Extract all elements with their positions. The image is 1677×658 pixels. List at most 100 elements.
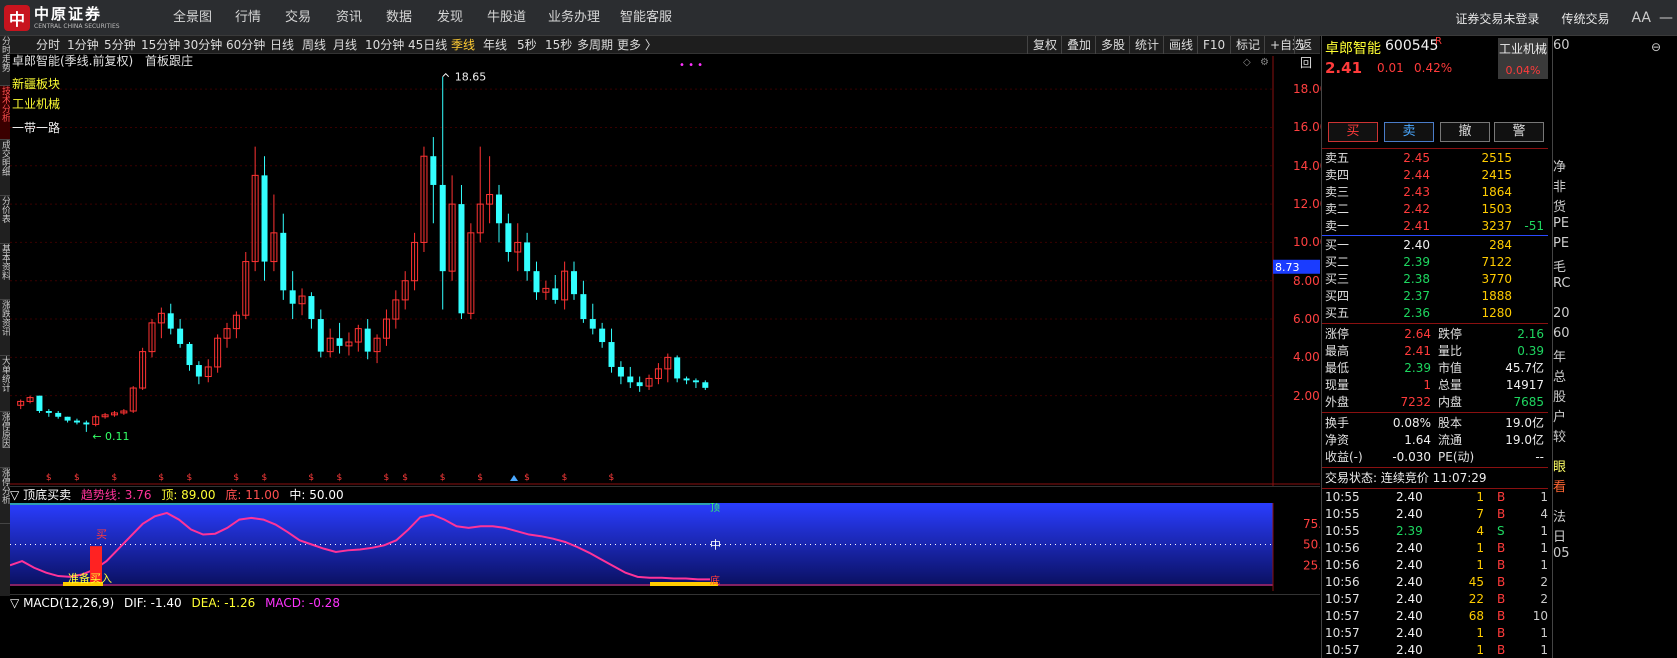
s-signal-marker: $ — [74, 473, 80, 483]
bid-row[interactable]: 买二 2.39 7122 — [1322, 254, 1548, 271]
stat-label: 收益(-) — [1325, 450, 1363, 464]
side-expand-icon[interactable]: ⊖ — [1651, 40, 1661, 54]
tool-restore-rights[interactable]: 复权 — [1027, 36, 1057, 54]
nav-trade[interactable]: 交易 — [285, 0, 311, 36]
candle — [599, 322, 606, 348]
login-status-link[interactable]: 证券交易未登录 — [1455, 10, 1539, 27]
ind1-name[interactable]: 顶底买卖 — [23, 488, 71, 502]
tick-side: B — [1497, 507, 1506, 521]
nav-news[interactable]: 资讯 — [336, 0, 362, 36]
nav-data[interactable]: 数据 — [386, 0, 412, 36]
side-panel-text: 股 — [1553, 390, 1567, 405]
period-more[interactable]: 更多 〉 — [617, 36, 657, 54]
vtab-limit-analysis[interactable]: 涨停分析 — [0, 468, 10, 524]
left-vertical-tabs: 分时走势 技术分析 成交明细 分价表 基本资料 涨跌资讯 大单统计 涨停原因 涨… — [0, 36, 10, 596]
tool-draw-line[interactable]: 画线 — [1163, 36, 1193, 54]
period-10min[interactable]: 10分钟 — [365, 36, 404, 54]
tick-price: 2.40 — [1396, 643, 1423, 657]
tool-overlay[interactable]: 叠加 — [1061, 36, 1091, 54]
period-5sec[interactable]: 5秒 — [517, 36, 537, 54]
buy-button[interactable]: 买 — [1328, 122, 1378, 142]
period-60min[interactable]: 60分钟 — [226, 36, 265, 54]
candle — [627, 366, 634, 389]
industry-box[interactable]: 工业机械 0.04% — [1498, 38, 1548, 79]
bid-price: 2.39 — [1403, 255, 1430, 269]
nav-panorama[interactable]: 全景图 — [173, 0, 212, 36]
vtab-price-table[interactable]: 分价表 — [0, 196, 10, 244]
tool-f10[interactable]: F10 — [1197, 36, 1225, 54]
bid-volume: 1888 — [1481, 289, 1512, 303]
side-panel-text: 60 — [1553, 326, 1570, 341]
nav-niugudao[interactable]: 牛股道 — [487, 0, 526, 36]
minimize-icon[interactable]: — — [1659, 10, 1673, 26]
candle — [308, 292, 315, 329]
period-45day[interactable]: 45日线 — [408, 36, 447, 54]
nav-quotes[interactable]: 行情 — [235, 0, 261, 36]
s-signal-marker: $ — [383, 473, 389, 483]
vtab-intraday[interactable]: 分时走势 — [0, 36, 10, 86]
tick-price: 2.40 — [1396, 541, 1423, 555]
stat-label: PE(动) — [1438, 450, 1475, 464]
bid-row[interactable]: 买五 2.36 1280 — [1322, 305, 1548, 322]
chart-menu-dots[interactable]: • • • — [679, 60, 703, 71]
ask-volume: 1864 — [1481, 185, 1512, 199]
indicator1-chart[interactable]: 买准备买入 顶中底 75.00 50.00 25.00 — [10, 503, 1320, 593]
period-daily[interactable]: 日线 — [270, 36, 294, 54]
ask-row[interactable]: 卖五 2.45 2515 — [1322, 150, 1548, 167]
price-axis-label: 2.00 — [1293, 388, 1320, 403]
stat-row: 最高 2.41 量比 0.39 — [1322, 343, 1548, 360]
alert-button[interactable]: 警 — [1494, 122, 1544, 142]
stat-label: 总量 — [1438, 378, 1463, 392]
cancel-order-button[interactable]: 撤 — [1440, 122, 1490, 142]
ask-row[interactable]: 卖三 2.43 1864 — [1322, 184, 1548, 201]
bid-row[interactable]: 买一 2.40 284 — [1322, 237, 1548, 254]
tag-industrial[interactable]: 工业机械 — [12, 95, 60, 112]
ask-label: 卖四 — [1325, 168, 1350, 182]
vtab-profile[interactable]: 基本资料 — [0, 244, 10, 300]
stat-row: 外盘 7232 内盘 7685 — [1322, 394, 1548, 411]
period-monthly[interactable]: 月线 — [333, 36, 357, 54]
candlestick-chart[interactable]: 18.65 ← 0.11 $ $ $ $ $ $ $ $ $ $ $ $ $ $ $ $8.73 ◇ ⚙ — [10, 56, 1320, 486]
bid-row[interactable]: 买四 2.37 1888 — [1322, 288, 1548, 305]
stat-row: 现量 1 总量 14917 — [1322, 377, 1548, 394]
candle — [420, 146, 428, 252]
tick-price: 2.40 — [1396, 609, 1423, 623]
ind1-collapse-icon[interactable]: ▽ — [10, 488, 19, 502]
vtab-big-order[interactable]: 大单统计 — [0, 356, 10, 412]
nav-discover[interactable]: 发现 — [437, 0, 463, 36]
period-15sec[interactable]: 15秒 — [545, 36, 572, 54]
ask-row[interactable]: 卖四 2.44 2415 — [1322, 167, 1548, 184]
vtab-limit-reason[interactable]: 涨停原因 — [0, 412, 10, 468]
tool-back[interactable]: 返回 — [1294, 36, 1320, 70]
vtab-news[interactable]: 涨跌资讯 — [0, 300, 10, 356]
vtab-technical[interactable]: 技术分析 — [0, 86, 10, 140]
ask-row[interactable]: 卖一 2.41 3237 -51 — [1322, 218, 1548, 235]
margin-flag: R — [1435, 36, 1442, 47]
tag-belt-road[interactable]: 一带一路 — [12, 119, 60, 136]
period-weekly[interactable]: 周线 — [302, 36, 326, 54]
bid-row[interactable]: 买三 2.38 3770 — [1322, 271, 1548, 288]
period-quarterly[interactable]: 季线 — [451, 36, 475, 54]
candle — [467, 223, 475, 320]
tag-xinjiang[interactable]: 新疆板块 — [12, 75, 60, 92]
candle — [495, 184, 502, 243]
tool-mark[interactable]: 标记 — [1230, 36, 1260, 54]
separator — [1322, 148, 1548, 149]
chart-follow-label[interactable]: 首板跟庄 — [145, 54, 193, 68]
nav-business[interactable]: 业务办理 — [548, 0, 600, 36]
ind1-top: 顶: 89.00 — [161, 488, 216, 502]
font-size-button[interactable]: AA — [1631, 10, 1651, 26]
tool-statistics[interactable]: 统计 — [1129, 36, 1159, 54]
industry-name: 工业机械 — [1498, 42, 1547, 56]
period-multi[interactable]: 多周期 — [577, 36, 613, 54]
nav-smart-service[interactable]: 智能客服 — [620, 0, 672, 36]
trade-mode-link[interactable]: 传统交易 — [1561, 10, 1609, 27]
vtab-deals[interactable]: 成交明细 — [0, 140, 10, 196]
period-yearly[interactable]: 年线 — [483, 36, 507, 54]
candle — [101, 412, 109, 419]
sell-button[interactable]: 卖 — [1384, 122, 1434, 142]
ask-row[interactable]: 卖二 2.42 1503 — [1322, 201, 1548, 218]
ind2-collapse-icon[interactable]: ▽ — [10, 596, 19, 610]
tool-multi-stock[interactable]: 多股 — [1095, 36, 1125, 54]
ind2-name[interactable]: MACD(12,26,9) — [23, 596, 114, 610]
